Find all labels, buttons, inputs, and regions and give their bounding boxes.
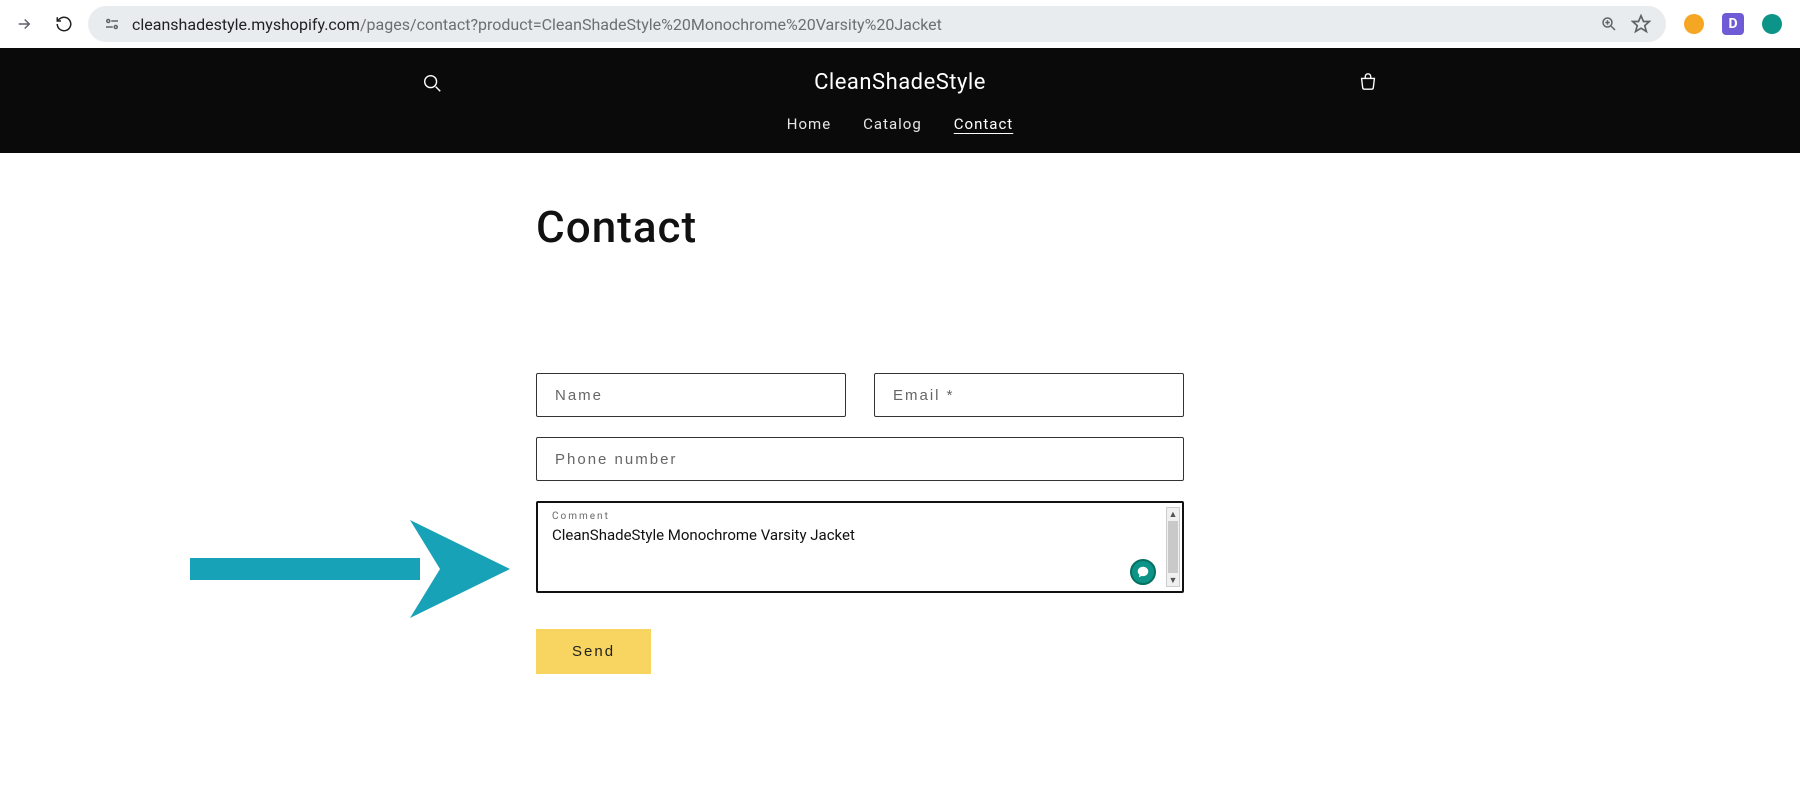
email-field[interactable] [874,373,1184,417]
address-bar[interactable]: cleanshadestyle.myshopify.com/pages/cont… [88,6,1666,42]
chat-bubble-icon[interactable] [1130,559,1156,585]
scroll-thumb[interactable] [1168,521,1178,573]
browser-toolbar: cleanshadestyle.myshopify.com/pages/cont… [0,0,1800,48]
cart-icon[interactable] [1356,71,1380,95]
scroll-down-icon[interactable]: ▼ [1167,574,1179,586]
page-title: Contact [536,201,1800,253]
site-header: CleanShadeStyle Home Catalog Contact [0,48,1800,153]
send-button[interactable]: Send [536,629,651,674]
nav-home[interactable]: Home [787,115,831,133]
extension-green-icon[interactable] [1762,14,1782,34]
extension-orange-icon[interactable] [1684,14,1704,34]
phone-field[interactable] [536,437,1184,481]
textarea-scrollbar[interactable]: ▲ ▼ [1166,507,1180,587]
brand-title[interactable]: CleanShadeStyle [444,70,1356,95]
nav-contact[interactable]: Contact [954,115,1013,133]
scroll-up-icon[interactable]: ▲ [1167,508,1179,520]
site-settings-icon[interactable] [102,14,122,34]
nav-catalog[interactable]: Catalog [863,115,922,133]
comment-label: Comment [552,511,1168,522]
extension-icons: D [1674,13,1792,35]
primary-nav: Home Catalog Contact [0,101,1800,153]
url-text: cleanshadestyle.myshopify.com/pages/cont… [132,15,1588,34]
bookmark-star-icon[interactable] [1630,13,1652,35]
reload-button[interactable] [48,8,80,40]
main-content: Contact Comment ▲ ▼ Send [0,153,1800,674]
comment-field[interactable] [552,522,1168,572]
search-icon[interactable] [420,71,444,95]
extension-d-icon[interactable]: D [1722,13,1744,35]
name-field[interactable] [536,373,846,417]
zoom-icon[interactable] [1598,13,1620,35]
contact-form: Comment ▲ ▼ Send [536,373,1184,674]
forward-button[interactable] [8,8,40,40]
comment-field-wrap: Comment ▲ ▼ [536,501,1184,593]
